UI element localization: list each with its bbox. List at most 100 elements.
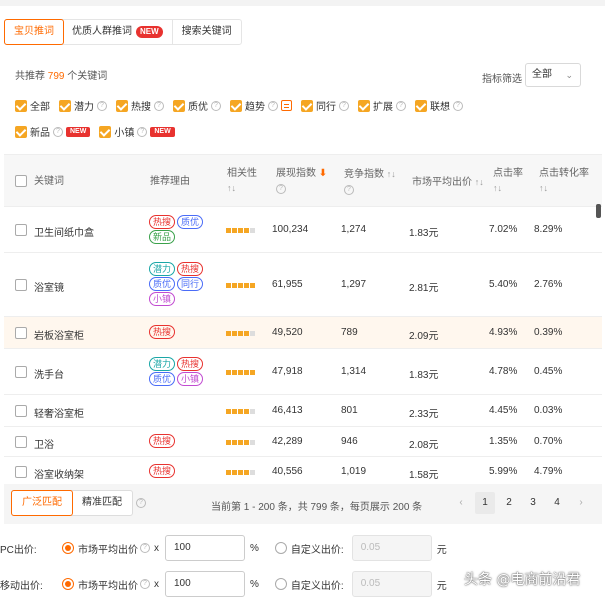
exact-match-button[interactable]: 精准匹配 bbox=[72, 491, 132, 515]
checkbox[interactable] bbox=[15, 99, 27, 112]
avg-bid-value: 1.58元 bbox=[409, 470, 439, 481]
page-3[interactable]: 3 bbox=[523, 492, 543, 514]
reason-tag: 潜力 bbox=[149, 262, 176, 276]
table-scrollbar[interactable] bbox=[596, 204, 601, 218]
row-checkbox[interactable] bbox=[15, 405, 27, 417]
checkbox[interactable] bbox=[59, 99, 71, 112]
help-icon[interactable]: ? bbox=[140, 579, 150, 589]
page-4[interactable]: 4 bbox=[547, 492, 567, 514]
table-row[interactable]: 卫生间纸巾盒 热搜 质优 新品 100,234 1,274 1.83元 7.02% 8.29% bbox=[4, 207, 602, 253]
table-row[interactable]: 轻奢浴室柜 46,413 801 2.33元 4.45% 0.03% bbox=[4, 395, 602, 427]
prev-page-icon[interactable]: ‹ bbox=[451, 492, 471, 514]
checkbox[interactable] bbox=[116, 99, 128, 112]
check-associate[interactable]: 联想? bbox=[415, 98, 463, 113]
trend-icon[interactable] bbox=[281, 100, 292, 111]
check-label: 新品 bbox=[30, 128, 50, 139]
checkbox[interactable] bbox=[301, 99, 313, 112]
col-competition[interactable]: 竞争指数 ↑↓? bbox=[344, 167, 396, 196]
impressions-value: 46,413 bbox=[272, 405, 303, 416]
help-icon[interactable]: ? bbox=[211, 100, 221, 111]
help-icon[interactable]: ? bbox=[136, 498, 146, 508]
filter-value: 全部 bbox=[532, 69, 552, 80]
keyword-table: 关键词 推荐理由 相关性 ↑↓ 展现指数 ⬇? 竞争指数 ↑↓? 市场平均出价 ↑… bbox=[4, 154, 602, 482]
market-bid-radio[interactable] bbox=[62, 578, 74, 590]
custom-bid-radio[interactable] bbox=[274, 542, 287, 554]
check-hot[interactable]: 热搜? bbox=[116, 98, 164, 113]
ctr-value: 5.40% bbox=[489, 279, 518, 290]
col-relevance[interactable]: 相关性 ↑↓ bbox=[227, 167, 257, 196]
mobile-custom-bid-input[interactable]: 0.05 bbox=[351, 571, 432, 597]
help-icon[interactable]: ? bbox=[97, 100, 107, 111]
check-peer[interactable]: 同行? bbox=[301, 98, 349, 113]
relevance-block bbox=[244, 228, 249, 233]
table-row[interactable]: 浴室镜 潜力 热搜 质优 同行 小镇 61,955 1,297 2.81元 5.40% 2.76% bbox=[4, 253, 602, 317]
page-1[interactable]: 1 bbox=[475, 492, 495, 514]
multiply-sign: x bbox=[154, 542, 159, 554]
col-avg-bid[interactable]: 市场平均出价 ↑↓ bbox=[412, 175, 484, 190]
checkbox[interactable] bbox=[173, 99, 185, 112]
select-all-checkbox[interactable] bbox=[15, 175, 27, 187]
sort-icon[interactable]: ↑↓ bbox=[493, 183, 502, 193]
check-quality[interactable]: 质优? bbox=[173, 98, 221, 113]
check-trend[interactable]: 趋势? bbox=[230, 98, 292, 113]
check-expand[interactable]: 扩展? bbox=[358, 98, 406, 113]
row-checkbox[interactable] bbox=[15, 466, 27, 478]
tab-item-recommend[interactable]: 宝贝推词 bbox=[4, 19, 64, 45]
col-impressions[interactable]: 展现指数 ⬇? bbox=[276, 167, 327, 195]
pc-custom-bid-input[interactable]: 0.05 bbox=[351, 535, 432, 561]
table-row[interactable]: 浴室收纳架 热搜 40,556 1,019 1.58元 5.99% 4.79% bbox=[4, 457, 602, 482]
table-row[interactable]: 岩板浴室柜 热搜 49,520 789 2.09元 4.93% 0.39% bbox=[4, 317, 602, 349]
page-2[interactable]: 2 bbox=[499, 492, 519, 514]
pc-bid-percent-input[interactable]: 100 bbox=[165, 535, 245, 561]
checkbox[interactable] bbox=[99, 125, 112, 138]
help-icon[interactable]: ? bbox=[339, 100, 349, 111]
help-icon[interactable]: ? bbox=[344, 185, 354, 195]
match-type-toggle: 广泛匹配 精准匹配 bbox=[11, 490, 133, 516]
row-checkbox[interactable] bbox=[15, 224, 27, 236]
col-cvr[interactable]: 点击转化率 ↑↓ bbox=[539, 167, 589, 196]
help-icon[interactable]: ? bbox=[276, 184, 286, 194]
reason-tags: 热搜 bbox=[149, 434, 215, 448]
next-page-icon[interactable]: › bbox=[571, 492, 591, 514]
market-bid-radio[interactable] bbox=[62, 542, 74, 554]
check-new-product[interactable]: 新品? NEW bbox=[15, 124, 91, 139]
help-icon[interactable]: ? bbox=[453, 100, 463, 111]
help-icon[interactable]: ? bbox=[268, 100, 278, 111]
relevance-block bbox=[250, 283, 255, 288]
help-icon[interactable]: ? bbox=[140, 543, 150, 553]
reason-tag: 质优 bbox=[177, 215, 204, 229]
table-row[interactable]: 卫浴 热搜 42,289 946 2.08元 1.35% 0.70% bbox=[4, 427, 602, 457]
mobile-bid-percent-input[interactable]: 100 bbox=[165, 571, 245, 597]
filter-select[interactable]: 全部 ⌄ bbox=[525, 63, 581, 87]
checkbox[interactable] bbox=[230, 99, 242, 112]
help-icon[interactable]: ? bbox=[154, 100, 164, 111]
help-icon[interactable]: ? bbox=[137, 126, 148, 137]
checkbox[interactable] bbox=[358, 99, 370, 112]
row-checkbox[interactable] bbox=[15, 366, 27, 378]
help-icon[interactable]: ? bbox=[53, 126, 63, 137]
reason-tag: 潜力 bbox=[149, 357, 176, 371]
sort-icon[interactable]: ↑↓ bbox=[475, 177, 484, 187]
row-checkbox[interactable] bbox=[15, 436, 27, 448]
tab-quality-crowd[interactable]: 优质人群推词 NEW bbox=[63, 20, 173, 44]
yuan-unit: 元 bbox=[436, 580, 447, 592]
relevance-block bbox=[232, 440, 237, 445]
custom-bid-radio[interactable] bbox=[274, 578, 287, 590]
sort-icon[interactable]: ↑↓ bbox=[387, 169, 396, 179]
checkbox[interactable] bbox=[415, 99, 427, 112]
row-checkbox[interactable] bbox=[15, 327, 27, 339]
table-row[interactable]: 洗手台 潜力 热搜 质优 小镇 47,918 1,314 1.83元 4.78% 0.45% bbox=[4, 349, 602, 395]
col-ctr[interactable]: 点击率 ↑↓ bbox=[493, 167, 523, 196]
broad-match-button[interactable]: 广泛匹配 bbox=[11, 490, 73, 516]
checkbox[interactable] bbox=[15, 125, 27, 138]
sort-icon[interactable]: ↑↓ bbox=[539, 183, 548, 193]
row-checkbox[interactable] bbox=[15, 279, 27, 291]
tab-search-keyword[interactable]: 搜索关键词 bbox=[173, 20, 241, 44]
table-body: 卫生间纸巾盒 热搜 质优 新品 100,234 1,274 1.83元 7.02% 8.29% 浴… bbox=[4, 207, 602, 482]
sort-icon[interactable]: ↑↓ bbox=[227, 183, 236, 193]
help-icon[interactable]: ? bbox=[396, 100, 406, 111]
check-all[interactable]: 全部 bbox=[15, 98, 50, 113]
check-potential[interactable]: 潜力? bbox=[59, 98, 107, 113]
sort-desc-icon[interactable]: ⬇ bbox=[319, 168, 327, 179]
check-town[interactable]: 小镇? NEW bbox=[99, 124, 175, 139]
